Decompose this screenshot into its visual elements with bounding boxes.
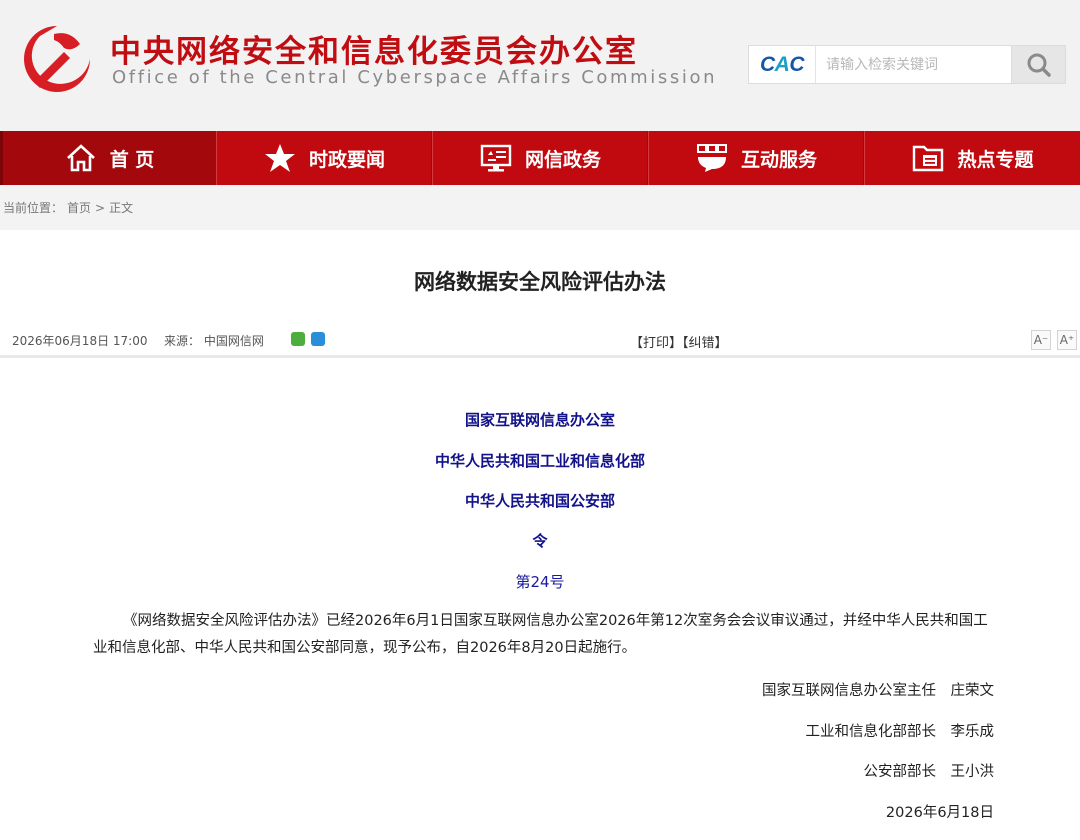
order-number: 第24号: [515, 573, 565, 591]
home-icon: [64, 141, 98, 175]
main-nav: 首 页 时政要闻 网信政务 互动服务 热点专题: [0, 131, 1080, 185]
issuer-mps: 中华人民共和国公安部: [464, 492, 615, 510]
cac-logo-a: A: [774, 52, 790, 76]
nav-item-news[interactable]: 时政要闻: [216, 131, 432, 185]
search-button[interactable]: [1011, 46, 1065, 83]
issuer-miit: 中华人民共和国工业和信息化部: [434, 452, 645, 470]
chat-icon: [695, 141, 729, 175]
nav-label-news: 时政要闻: [308, 148, 385, 171]
search-box: CAC: [748, 45, 1066, 84]
cac-logo-c1: C: [759, 52, 775, 76]
font-smaller-button[interactable]: A⁻: [1031, 330, 1051, 350]
site-title-cn[interactable]: 中央网络安全和信息化委员会办公室: [110, 26, 638, 71]
nav-label-interaction: 互动服务: [740, 148, 817, 171]
signature-date: 2026年6月18日: [885, 805, 994, 821]
article-source: 来源： 中国网信网: [164, 332, 264, 349]
qzone-share-icon[interactable]: [311, 332, 325, 346]
party-emblem-icon[interactable]: [20, 22, 94, 96]
publish-date: 2026年06月18日 17:00: [12, 334, 148, 348]
site-title-en: Office of the Central Cyberspace Affairs…: [112, 67, 718, 88]
signature-miit: 工业和信息化部部长 李乐成: [805, 724, 995, 740]
breadcrumb-prefix: 当前位置：: [3, 201, 64, 215]
search-input[interactable]: [815, 46, 1011, 83]
nav-item-affairs[interactable]: 网信政务: [432, 131, 648, 185]
search-icon: [1027, 53, 1051, 77]
print-link[interactable]: 【打印】: [630, 336, 682, 351]
article-title: 网络数据安全风险评估办法: [414, 270, 666, 294]
nav-item-home[interactable]: 首 页: [0, 131, 216, 185]
cac-logo[interactable]: CAC: [749, 46, 815, 83]
order-label: 令: [532, 532, 548, 550]
nav-label-topics: 热点专题: [957, 148, 1034, 171]
site-header: 中央网络安全和信息化委员会办公室 Office of the Central C…: [0, 0, 1080, 131]
breadcrumb-current: 正文: [109, 201, 134, 215]
font-larger-button[interactable]: A⁺: [1057, 330, 1077, 350]
folder-icon: [911, 141, 945, 175]
article-paragraph: 《网络数据安全风险评估办法》已经2026年6月1日国家互联网信息办公室2026年…: [93, 613, 988, 656]
nav-item-interaction[interactable]: 互动服务: [648, 131, 864, 185]
nav-label-home: 首 页: [109, 148, 155, 171]
wechat-share-icon[interactable]: [291, 332, 305, 346]
breadcrumb-home-link[interactable]: 首页: [67, 199, 91, 216]
correct-link[interactable]: 【纠错】: [682, 336, 728, 351]
nav-item-topics[interactable]: 热点专题: [864, 131, 1080, 185]
article-meta: 2026年06月18日 17:00 来源： 中国网信网 【打印】【纠错】 A⁻ …: [0, 322, 1080, 358]
monitor-icon: [479, 141, 513, 175]
signature-mps: 公安部部长 王小洪: [863, 764, 995, 780]
cac-logo-c2: C: [789, 52, 804, 76]
source-label: 来源：: [164, 334, 201, 348]
issuer-cac: 国家互联网信息办公室: [464, 411, 615, 429]
breadcrumb-separator: >: [95, 200, 106, 215]
source-name: 中国网信网: [203, 334, 264, 348]
star-icon: [263, 141, 297, 175]
article-tools: 【打印】【纠错】: [630, 332, 728, 351]
nav-label-affairs: 网信政务: [524, 148, 601, 171]
signature-cac: 国家互联网信息办公室主任 庄荣文: [762, 683, 994, 699]
breadcrumb: 当前位置： 首页 > 正文: [0, 185, 1080, 230]
